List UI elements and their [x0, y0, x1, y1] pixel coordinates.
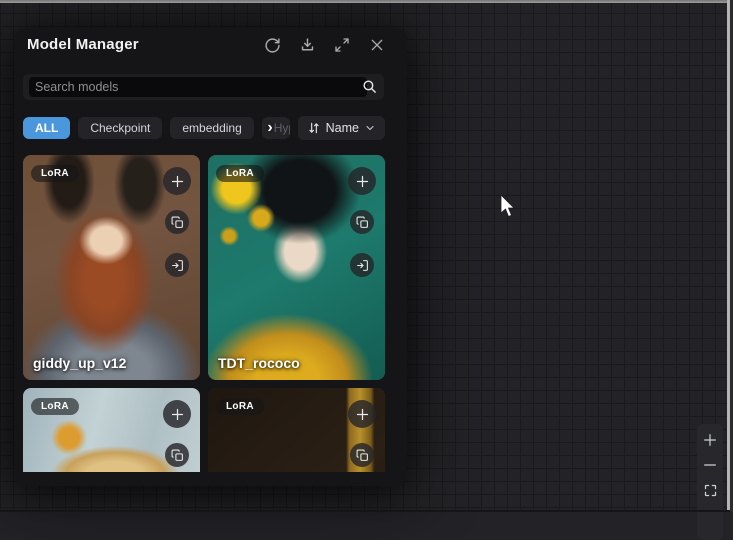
search-box	[23, 74, 384, 100]
model-name: TDT_rococo	[218, 355, 300, 371]
add-model-button[interactable]	[163, 400, 191, 428]
copy-icon	[356, 216, 369, 229]
model-type-badge: LoRA	[31, 165, 79, 182]
model-card[interactable]: LoRA	[208, 388, 385, 472]
search-icon[interactable]	[361, 78, 378, 100]
add-model-button[interactable]	[163, 167, 191, 195]
copy-icon	[171, 449, 184, 462]
model-card[interactable]: LoRA giddy_up_v12	[23, 155, 200, 380]
model-list-viewport[interactable]: LoRA giddy_up_v12 LoRA	[23, 155, 385, 472]
header-actions	[262, 35, 387, 55]
import-icon	[356, 259, 369, 272]
expand-icon	[334, 37, 350, 53]
refresh-icon	[264, 37, 281, 54]
card-actions	[348, 400, 376, 467]
copy-icon	[356, 449, 369, 462]
add-model-button[interactable]	[348, 400, 376, 428]
close-icon	[369, 37, 385, 53]
card-actions	[163, 167, 191, 277]
plus-icon	[170, 407, 185, 422]
search-input[interactable]	[29, 77, 367, 97]
model-type-badge: LoRA	[216, 398, 264, 415]
zoom-in-button[interactable]	[700, 430, 720, 450]
filter-chip-embedding[interactable]: embedding	[170, 117, 253, 139]
sort-dropdown[interactable]: Name	[298, 116, 385, 140]
add-model-button[interactable]	[348, 167, 376, 195]
window-border-top	[0, 0, 733, 3]
import-model-button[interactable]	[350, 253, 374, 277]
model-card[interactable]: LoRA TDT_rococo	[208, 155, 385, 380]
import-model-button[interactable]	[165, 253, 189, 277]
fit-view-icon	[703, 483, 718, 498]
refresh-button[interactable]	[262, 35, 282, 55]
chevron-down-icon	[364, 122, 376, 134]
panel-title: Model Manager	[27, 36, 139, 53]
zoom-in-icon	[702, 432, 718, 448]
fit-view-button[interactable]	[700, 480, 720, 500]
filter-chip-checkpoint[interactable]: Checkpoint	[78, 117, 162, 139]
download-icon	[299, 37, 316, 54]
model-manager-panel: Model Manager ALL Checkpoint embedding H…	[14, 28, 407, 486]
filter-chip-all[interactable]: ALL	[23, 117, 70, 139]
model-card[interactable]: LoRA	[23, 388, 200, 472]
chips-scroll-right-icon[interactable]: ›	[262, 117, 278, 139]
download-button[interactable]	[297, 35, 317, 55]
model-type-badge: LoRA	[216, 165, 264, 182]
plus-icon	[170, 174, 185, 189]
model-name: giddy_up_v12	[33, 355, 126, 371]
model-grid: LoRA giddy_up_v12 LoRA	[23, 155, 385, 472]
card-actions	[163, 400, 191, 467]
sort-icon	[307, 121, 321, 135]
filter-chips-row: ALL Checkpoint embedding Hype › Name	[23, 117, 385, 139]
close-button[interactable]	[367, 35, 387, 55]
copy-model-button[interactable]	[350, 443, 374, 467]
panel-header: Model Manager	[14, 28, 407, 62]
canvas-zoom-toolbar	[697, 424, 723, 540]
zoom-out-icon	[702, 457, 718, 473]
import-icon	[171, 259, 184, 272]
expand-button[interactable]	[332, 35, 352, 55]
plus-icon	[355, 407, 370, 422]
zoom-out-button[interactable]	[700, 455, 720, 475]
plus-icon	[355, 174, 370, 189]
model-type-badge: LoRA	[31, 398, 79, 415]
copy-model-button[interactable]	[165, 443, 189, 467]
copy-model-button[interactable]	[165, 210, 189, 234]
sort-label: Name	[326, 121, 359, 135]
copy-icon	[171, 216, 184, 229]
card-actions	[348, 167, 376, 277]
copy-model-button[interactable]	[350, 210, 374, 234]
